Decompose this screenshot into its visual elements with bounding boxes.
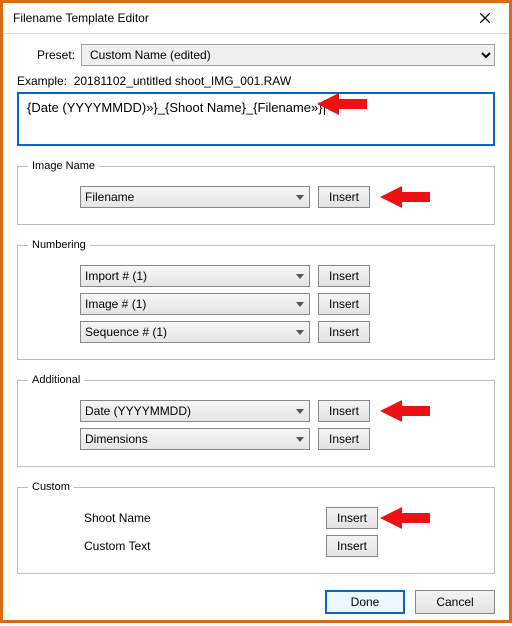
annotation-arrow [380, 397, 430, 425]
group-legend: Image Name [28, 160, 99, 172]
insert-button[interactable]: Insert [318, 321, 370, 343]
custom-label-custom-text: Custom Text [80, 537, 318, 555]
group-legend: Numbering [28, 239, 90, 251]
group-additional: Additional Date (YYYYMMDD) Insert Dimens… [17, 374, 495, 467]
example-label: Example: [17, 74, 67, 88]
content-area: Preset: Custom Name (edited) Example: 20… [3, 34, 509, 626]
custom-row: Custom Text Insert [28, 535, 484, 557]
dialog-footer: Done Cancel [17, 590, 495, 614]
image-name-row: Filename Insert [28, 186, 484, 208]
close-button[interactable] [465, 4, 505, 32]
done-button[interactable]: Done [325, 590, 405, 614]
example-line: Example: 20181102_untitled shoot_IMG_001… [17, 74, 495, 88]
numbering-row: Sequence # (1) Insert [28, 321, 484, 343]
annotation-arrow [380, 183, 430, 211]
numbering-select-2[interactable]: Image # (1) [80, 293, 310, 315]
group-numbering: Numbering Import # (1) Insert Image # (1… [17, 239, 495, 360]
insert-button[interactable]: Insert [326, 535, 378, 557]
template-input[interactable]: {Date (YYYYMMDD)»}_{Shoot Name}_{Filenam… [17, 92, 495, 146]
group-legend: Additional [28, 374, 84, 386]
insert-button[interactable]: Insert [318, 186, 370, 208]
image-name-select[interactable]: Filename [80, 186, 310, 208]
insert-button[interactable]: Insert [326, 507, 378, 529]
annotation-arrow [380, 504, 430, 532]
titlebar: Filename Template Editor [3, 3, 509, 34]
example-value: 20181102_untitled shoot_IMG_001.RAW [74, 74, 291, 88]
insert-button[interactable]: Insert [318, 428, 370, 450]
window-title: Filename Template Editor [13, 11, 149, 25]
additional-select-2[interactable]: Dimensions [80, 428, 310, 450]
preset-select[interactable]: Custom Name (edited) [81, 44, 495, 66]
insert-button[interactable]: Insert [318, 265, 370, 287]
custom-row: Shoot Name Insert [28, 507, 484, 529]
cancel-button[interactable]: Cancel [415, 590, 495, 614]
group-image-name: Image Name Filename Insert [17, 160, 495, 225]
additional-select-1[interactable]: Date (YYYYMMDD) [80, 400, 310, 422]
insert-button[interactable]: Insert [318, 293, 370, 315]
additional-row: Date (YYYYMMDD) Insert [28, 400, 484, 422]
insert-button[interactable]: Insert [318, 400, 370, 422]
numbering-row: Image # (1) Insert [28, 293, 484, 315]
close-icon [480, 13, 490, 23]
template-text: {Date (YYYYMMDD)»}_{Shoot Name}_{Filenam… [27, 100, 325, 115]
preset-row: Preset: Custom Name (edited) [17, 44, 495, 66]
numbering-select-1[interactable]: Import # (1) [80, 265, 310, 287]
group-custom: Custom Shoot Name Insert Custom Text Ins… [17, 481, 495, 574]
numbering-row: Import # (1) Insert [28, 265, 484, 287]
numbering-select-3[interactable]: Sequence # (1) [80, 321, 310, 343]
preset-label: Preset: [17, 48, 81, 62]
group-legend: Custom [28, 481, 74, 493]
dialog-window: Filename Template Editor Preset: Custom … [0, 0, 512, 623]
additional-row: Dimensions Insert [28, 428, 484, 450]
custom-label-shoot-name: Shoot Name [80, 509, 318, 527]
